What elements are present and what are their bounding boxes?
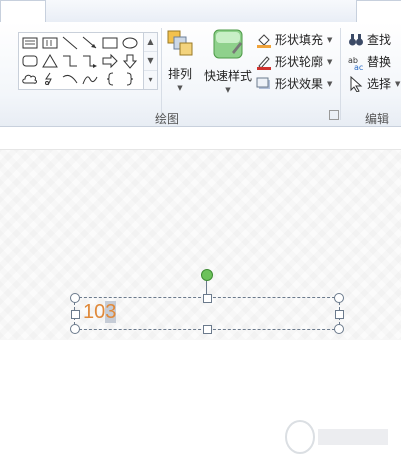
selected-textbox[interactable]: 103 <box>70 269 344 334</box>
vertical-textbox-shape-icon[interactable] <box>41 35 59 51</box>
rounded-rectangle-shape-icon[interactable] <box>21 53 39 69</box>
line-shape-icon[interactable] <box>61 35 79 51</box>
textbox-text: 10 <box>83 301 106 323</box>
quick-styles-icon <box>213 29 243 59</box>
arrange-button[interactable]: 排列 ▼ <box>164 28 196 92</box>
shape-effects-button[interactable]: 形状效果 ▼ <box>256 74 332 94</box>
right-arrow-shape-icon[interactable] <box>101 53 119 69</box>
gallery-scroll-up-icon[interactable]: ▲ <box>144 33 157 52</box>
pencil-outline-icon <box>256 54 272 70</box>
svg-text:ac: ac <box>354 63 363 70</box>
resize-handle-top-left[interactable] <box>70 293 80 303</box>
gallery-scroll-down-icon[interactable]: ▼ <box>144 52 157 71</box>
resize-handle-bottom-left[interactable] <box>70 324 80 334</box>
find-label: 查找 <box>367 33 392 47</box>
watermark-logo <box>278 411 396 463</box>
replace-button[interactable]: ab ac 替换 <box>348 52 391 72</box>
left-brace-shape-icon[interactable] <box>101 71 119 87</box>
shape-outline-dropdown-icon: ▼ <box>327 58 333 66</box>
lightning-shape-icon[interactable] <box>41 71 59 87</box>
quick-styles-button[interactable]: 快速样式 ▼ <box>200 28 256 94</box>
gallery-more-icon[interactable]: ▾ <box>144 71 157 89</box>
title-bar-strip <box>0 0 401 23</box>
textbox-selected-text: 3 <box>105 301 117 323</box>
arrow-line-shape-icon[interactable] <box>81 35 99 51</box>
replace-label: 替换 <box>367 55 392 69</box>
editing-group-label: 编辑 <box>365 112 390 126</box>
arrange-dropdown-icon: ▼ <box>177 84 183 92</box>
shape-effects-icon <box>256 76 272 92</box>
resize-handle-left[interactable] <box>71 310 80 319</box>
rotation-handle[interactable] <box>201 269 213 281</box>
drawing-group-label: 绘图 <box>155 112 180 126</box>
rectangle-shape-icon[interactable] <box>101 35 119 51</box>
shape-outline-label: 形状轮廓 <box>275 55 324 69</box>
textbox-shape-icon[interactable] <box>21 35 39 51</box>
replace-icon: ab ac <box>348 54 364 72</box>
binoculars-icon <box>348 32 364 48</box>
shapes-gallery-scrollbar[interactable]: ▲ ▼ ▾ <box>143 32 158 90</box>
shape-outline-button[interactable]: 形状轮廓 ▼ <box>256 52 332 72</box>
paint-bucket-icon <box>256 32 272 48</box>
arrange-label: 排列 <box>167 67 192 81</box>
arc-shape-icon[interactable] <box>61 71 79 87</box>
right-brace-shape-icon[interactable] <box>121 71 139 87</box>
separator <box>340 28 341 120</box>
triangle-shape-icon[interactable] <box>41 53 59 69</box>
tab-left-edge[interactable] <box>0 0 46 23</box>
elbow-connector-shape-icon[interactable] <box>61 53 79 69</box>
shape-fill-button[interactable]: 形状填充 ▼ <box>256 30 332 50</box>
shape-effects-dropdown-icon: ▼ <box>327 80 333 88</box>
select-button[interactable]: 选择 ▼ <box>348 74 400 94</box>
separator <box>161 28 162 120</box>
page-top-edge <box>0 127 401 150</box>
elbow-arrow-connector-shape-icon[interactable] <box>81 53 99 69</box>
shape-fill-label: 形状填充 <box>275 33 324 47</box>
down-arrow-shape-icon[interactable] <box>121 53 139 69</box>
quick-styles-label: 快速样式 <box>203 69 252 83</box>
textbox-content[interactable]: 103 <box>83 301 117 324</box>
cloud-shape-icon[interactable] <box>21 71 39 87</box>
oval-shape-icon[interactable] <box>121 35 139 51</box>
shape-fill-dropdown-icon: ▼ <box>327 36 333 44</box>
select-label: 选择 <box>367 77 392 91</box>
tab-right-edge[interactable] <box>356 0 401 23</box>
document-canvas[interactable]: 103 <box>0 127 401 454</box>
resize-handle-bottom[interactable] <box>203 325 212 334</box>
drawing-dialog-launcher-icon[interactable] <box>329 110 339 120</box>
find-button[interactable]: 查找 <box>348 30 391 50</box>
cursor-select-icon <box>348 75 364 93</box>
shapes-gallery <box>18 32 144 90</box>
ribbon: ▲ ▼ ▾ 排列 ▼ 快速样式 ▼ 形状填充 ▼ 形状轮廓 ▼ 形状效果 ▼ 绘… <box>0 22 401 127</box>
curve-shape-icon[interactable] <box>81 71 99 87</box>
resize-handle-right[interactable] <box>335 310 344 319</box>
shape-effects-label: 形状效果 <box>275 77 324 91</box>
resize-handle-top-right[interactable] <box>334 293 344 303</box>
quick-styles-dropdown-icon: ▼ <box>225 86 231 94</box>
select-dropdown-icon: ▼ <box>395 80 401 88</box>
resize-handle-bottom-right[interactable] <box>334 324 344 334</box>
arrange-icon <box>167 30 193 56</box>
resize-handle-top[interactable] <box>203 294 212 303</box>
